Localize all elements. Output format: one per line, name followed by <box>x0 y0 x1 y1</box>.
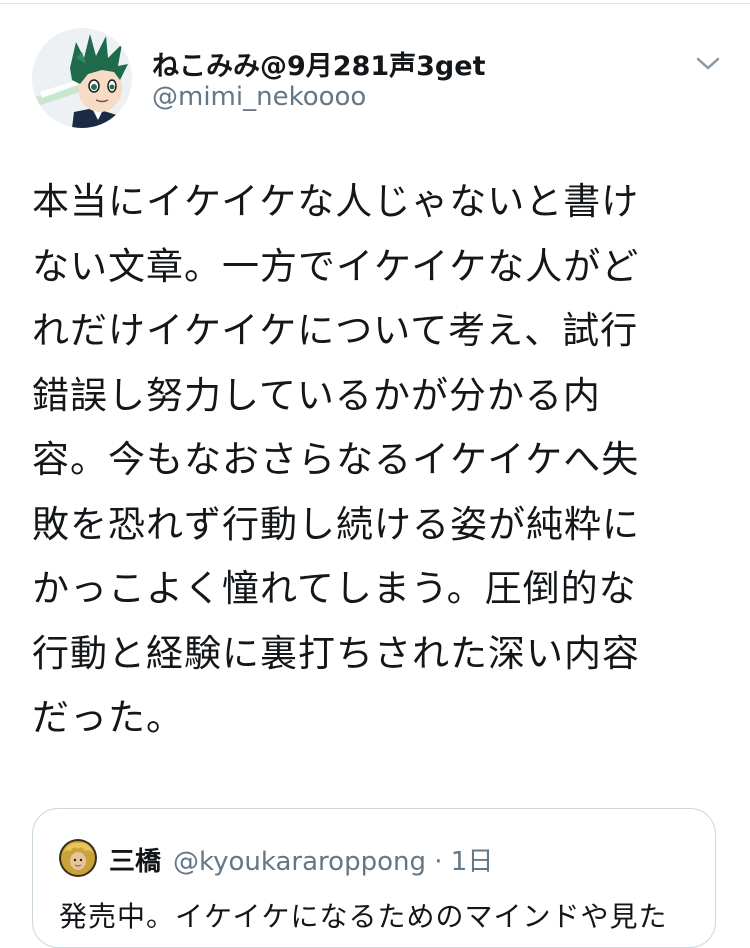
author-handle[interactable]: @mimi_nekoooo <box>152 82 366 112</box>
chevron-down-icon[interactable] <box>694 52 722 74</box>
tweet-text-line: 錯誤し努力しているかが分かる内 <box>32 373 601 417</box>
author-name[interactable]: ねこみみ@9月281声3get <box>152 44 485 83</box>
quoted-author-handle-time: @kyoukararoppong · 1日 <box>173 847 494 877</box>
tweet-text-line: かっこよく憧れてしまう。圧倒的な <box>32 567 637 610</box>
golden-hair-avatar-icon <box>59 839 97 877</box>
tweet-text-line: 本当にイケイケな人じゃないと書け <box>32 180 640 223</box>
quoted-tweet-text: 発売中。イケイケになるためのマインドや見た <box>59 900 668 933</box>
tweet-text-line: れだけイケイケについて考え、試行 <box>32 309 639 352</box>
top-divider <box>0 3 750 4</box>
quoted-author-name: 三橋 <box>109 847 162 877</box>
tweet-text-line: だった。 <box>32 696 184 739</box>
tweet-text-line: 容。今もなおさらなるイケイケへ失 <box>32 438 640 481</box>
quoted-tweet-card[interactable]: 三橋 @kyoukararoppong · 1日 発売中。イケイケになるためのマ… <box>32 808 716 948</box>
tweet-text-line: ない文章。一方でイケイケな人がど <box>32 244 640 288</box>
tweet-text: 本当にイケイケな人じゃないと書け ない文章。一方でイケイケな人がど れだけイケイ… <box>32 170 702 751</box>
tweet-text-line: 敗を恐れず行動し続ける姿が純粋に <box>32 502 640 546</box>
anime-boy-avatar-icon[interactable] <box>32 28 132 128</box>
tweet-text-line: 行動と経験に裏打ちされた深い内容 <box>32 631 640 675</box>
